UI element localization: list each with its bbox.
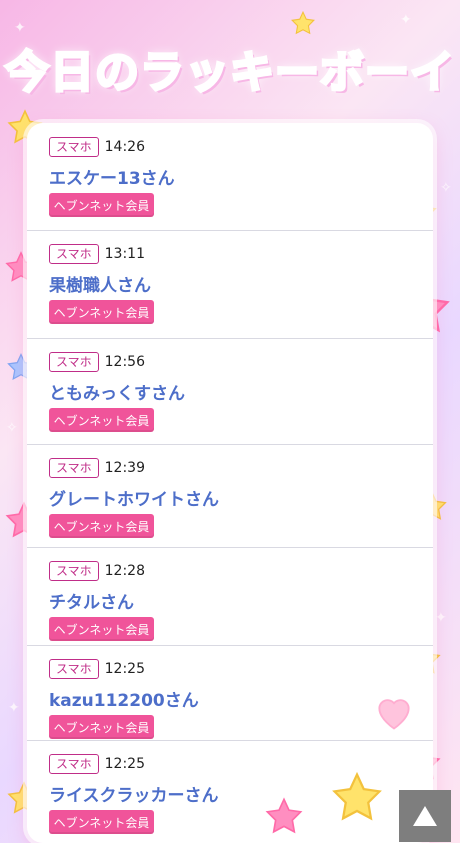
entry-time: 12:56	[104, 354, 145, 370]
member-badge: ヘブンネット会員	[49, 514, 154, 538]
page-header: 今日のラッキーボーイ	[0, 18, 460, 118]
entry-meta: スマホ 12:25	[49, 754, 145, 774]
entry-meta: スマホ 12:28	[49, 561, 145, 581]
star-icon	[265, 797, 303, 834]
member-badge: ヘブンネット会員	[49, 300, 154, 324]
device-badge: スマホ	[49, 137, 99, 157]
device-badge: スマホ	[49, 244, 99, 264]
device-badge: スマホ	[49, 659, 99, 679]
member-badge: ヘブンネット会員	[49, 408, 154, 432]
entry-time: 12:25	[104, 661, 145, 677]
member-badge: ヘブンネット会員	[49, 715, 154, 739]
entry-meta: スマホ 12:25	[49, 659, 145, 679]
list-item: スマホ 12:28 チタルさん ヘブンネット会員	[27, 547, 433, 646]
sparkle-icon: ✧	[440, 180, 452, 196]
list-item: スマホ 12:56 ともみっくすさん ヘブンネット会員	[27, 338, 433, 445]
device-badge: スマホ	[49, 352, 99, 372]
user-name-link[interactable]: ライスクラッカーさん	[49, 781, 219, 806]
member-badge: ヘブンネット会員	[49, 810, 154, 834]
star-icon	[332, 771, 382, 821]
list-item: スマホ 12:39 グレートホワイトさん ヘブンネット会員	[27, 444, 433, 548]
device-badge: スマホ	[49, 561, 99, 581]
entry-meta: スマホ 14:26	[49, 137, 145, 157]
list-item: スマホ 14:26 エスケー13さん ヘブンネット会員	[27, 123, 433, 231]
sparkle-icon: ✦	[8, 700, 20, 716]
entry-time: 12:28	[104, 563, 145, 579]
member-badge: ヘブンネット会員	[49, 617, 154, 641]
device-badge: スマホ	[49, 458, 99, 478]
entry-time: 12:39	[104, 460, 145, 476]
entry-meta: スマホ 12:56	[49, 352, 145, 372]
sparkle-icon: ✧	[6, 420, 18, 436]
heart-icon	[378, 699, 410, 730]
member-badge: ヘブンネット会員	[49, 193, 154, 217]
user-name-link[interactable]: エスケー13さん	[49, 164, 175, 189]
user-name-link[interactable]: グレートホワイトさん	[49, 485, 219, 510]
device-badge: スマホ	[49, 754, 99, 774]
entry-meta: スマホ 13:11	[49, 244, 145, 264]
scroll-to-top-button[interactable]	[399, 790, 451, 842]
entry-time: 14:26	[104, 139, 145, 155]
up-triangle-icon	[413, 806, 437, 826]
user-name-link[interactable]: ともみっくすさん	[49, 379, 185, 404]
star-icon	[291, 10, 315, 35]
entry-meta: スマホ 12:39	[49, 458, 145, 478]
page-title: 今日のラッキーボーイ	[4, 46, 456, 100]
entry-time: 13:11	[104, 246, 145, 262]
lucky-boy-list: スマホ 14:26 エスケー13さん ヘブンネット会員 スマホ 13:11 果樹…	[27, 123, 433, 843]
list-item: スマホ 13:11 果樹職人さん ヘブンネット会員	[27, 230, 433, 339]
user-name-link[interactable]: チタルさん	[49, 588, 134, 613]
user-name-link[interactable]: 果樹職人さん	[49, 271, 151, 296]
entry-time: 12:25	[104, 756, 145, 772]
sparkle-icon: ✦	[435, 610, 447, 626]
user-name-link[interactable]: kazu112200さん	[49, 686, 199, 711]
